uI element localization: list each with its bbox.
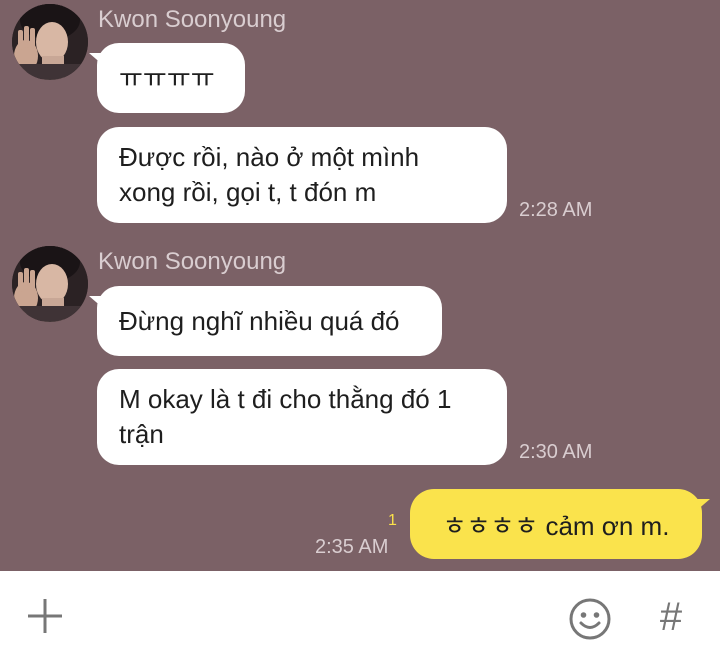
sender-name: Kwon Soonyoung <box>98 248 287 275</box>
unread-count: 1 <box>388 512 397 529</box>
smiley-icon[interactable] <box>566 595 614 643</box>
input-bar: # <box>0 571 720 666</box>
sender-avatar[interactable] <box>12 4 88 80</box>
message-bubble[interactable]: ㅠㅠㅠㅠ <box>89 43 245 113</box>
sender-avatar[interactable] <box>12 246 88 322</box>
my-message-bubble[interactable]: ㅎㅎㅎㅎ cảm ơn m. <box>410 489 710 559</box>
plus-icon[interactable] <box>22 593 68 639</box>
message-timestamp: 2:35 AM <box>315 536 389 558</box>
message-bubble[interactable]: Được rồi, nào ở một mình xong rồi, gọi t… <box>97 127 507 223</box>
message-text: Được rồi, nào ở một mình <box>119 142 420 172</box>
chat-messages[interactable]: Kwon Soonyoung ㅠㅠㅠㅠ Được rồi, nào ở một … <box>0 0 720 571</box>
message-text: trận <box>119 419 164 449</box>
message-text: ㅠㅠㅠㅠ <box>119 62 215 93</box>
hash-icon[interactable]: # <box>645 591 697 643</box>
message-text: ㅎㅎㅎㅎ cảm ơn m. <box>442 510 670 541</box>
message-bubble[interactable]: Đừng nghĩ nhiều quá đó <box>89 286 442 356</box>
message-text: xong rồi, gọi t, t đón m <box>119 177 377 207</box>
message-bubble[interactable]: M okay là t đi cho thằng đó 1 trận <box>97 369 507 465</box>
message-timestamp: 2:28 AM <box>519 199 593 221</box>
message-timestamp: 2:30 AM <box>519 441 593 463</box>
message-text: Đừng nghĩ nhiều quá đó <box>119 305 400 336</box>
message-text: M okay là t đi cho thằng đó 1 <box>119 384 452 414</box>
sender-name: Kwon Soonyoung <box>98 6 287 33</box>
chat-screen: Kwon Soonyoung ㅠㅠㅠㅠ Được rồi, nào ở một … <box>0 0 720 666</box>
